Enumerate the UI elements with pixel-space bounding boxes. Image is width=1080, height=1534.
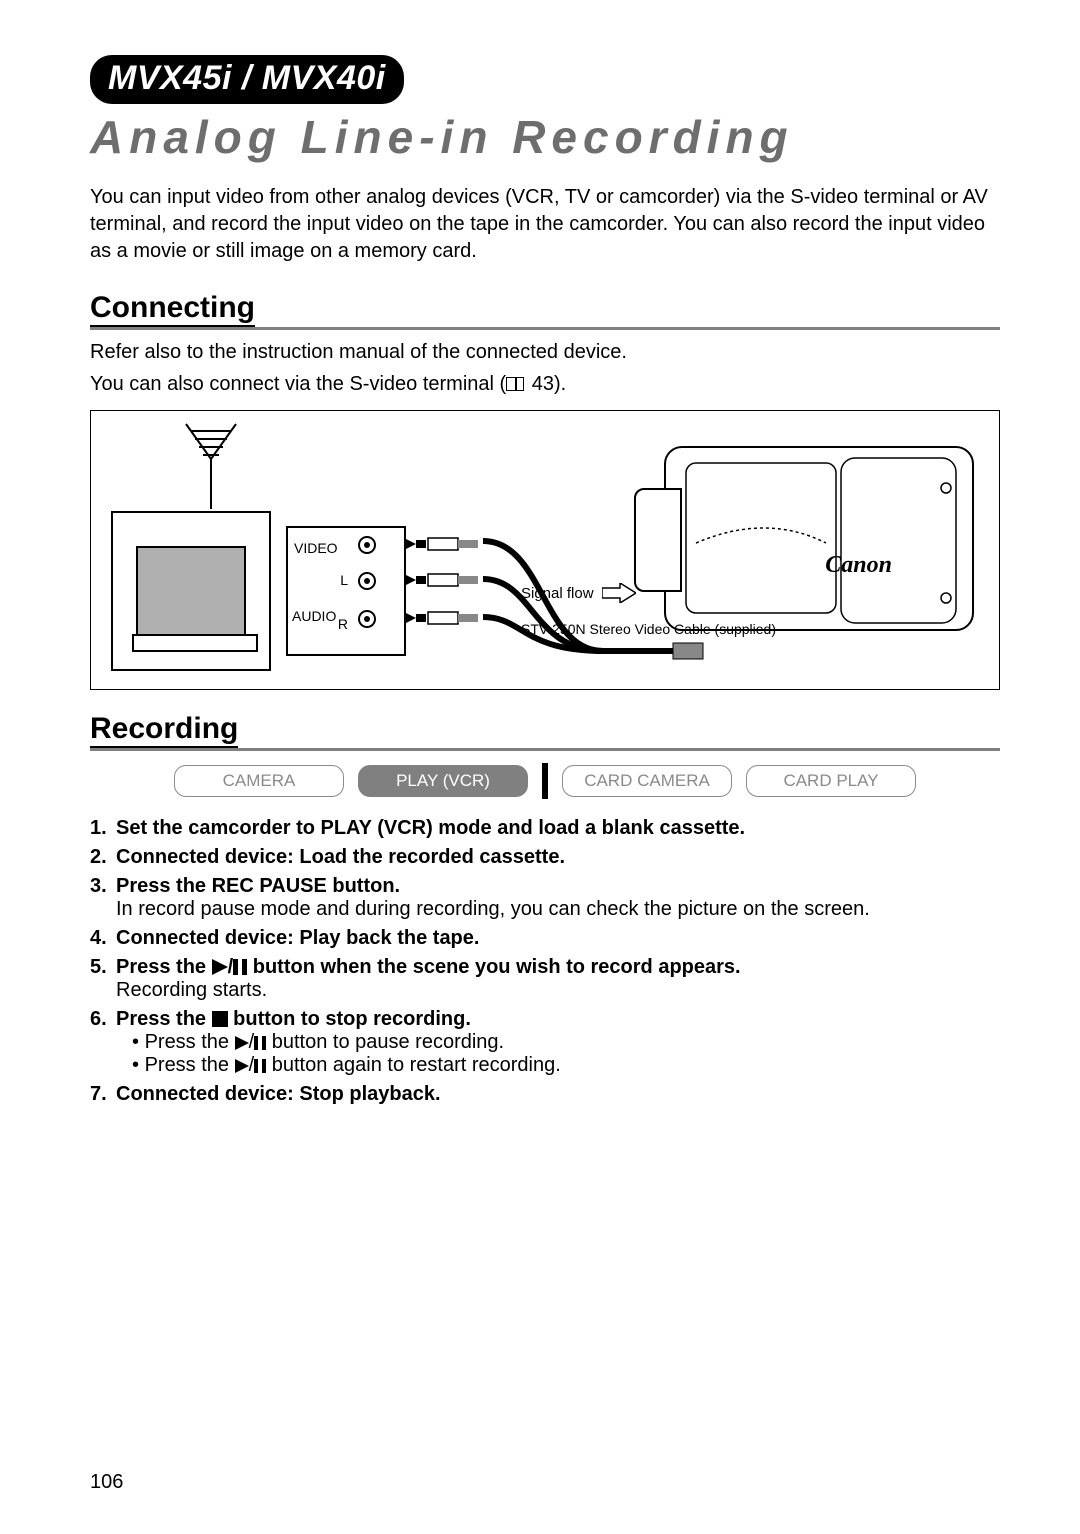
step-5: Press the / button when the scene you wi… <box>90 956 1000 1002</box>
play-icon <box>235 1036 249 1050</box>
av-terminal-box: VIDEO L AUDIO R <box>286 526 406 656</box>
model-badge: MVX45i / MVX40i <box>90 55 404 104</box>
stop-icon <box>212 1011 228 1027</box>
r-label: R <box>338 616 348 632</box>
manual-icon <box>506 377 524 391</box>
mode-separator <box>542 763 548 799</box>
antenna-icon <box>181 419 241 509</box>
step-7: Connected device: Stop playback. <box>90 1083 1000 1106</box>
section-heading-connecting: Connecting <box>90 291 1000 330</box>
brand-label: Canon <box>825 552 892 579</box>
pause-icon <box>254 1059 266 1073</box>
audio-r-jack <box>358 610 376 628</box>
l-label: L <box>340 572 348 588</box>
audio-l-jack <box>358 572 376 590</box>
cable-line <box>483 531 713 681</box>
mode-camera: CAMERA <box>174 765 344 797</box>
mode-selector: CAMERA PLAY (VCR) CARD CAMERA CARD PLAY <box>90 763 1000 799</box>
steps-list: Set the camcorder to PLAY (VCR) mode and… <box>90 817 1000 1106</box>
play-icon <box>235 1059 249 1073</box>
pause-icon <box>233 959 247 975</box>
page-title: Analog Line-in Recording <box>90 110 1000 164</box>
step-3: Press the REC PAUSE button. In record pa… <box>90 875 1000 921</box>
step-2: Connected device: Load the recorded cass… <box>90 846 1000 869</box>
step-1: Set the camcorder to PLAY (VCR) mode and… <box>90 817 1000 840</box>
mode-play-vcr: PLAY (VCR) <box>358 765 528 797</box>
cable-plugs <box>404 532 484 642</box>
mode-card-play: CARD PLAY <box>746 765 916 797</box>
section-heading-recording: Recording <box>90 712 1000 751</box>
audio-label: AUDIO <box>292 608 336 624</box>
step-4: Connected device: Play back the tape. <box>90 927 1000 950</box>
connection-diagram: VIDEO L AUDIO R Canon Signal flow STV-25… <box>90 410 1000 690</box>
step-6: Press the button to stop recording. Pres… <box>90 1008 1000 1077</box>
mode-card-camera: CARD CAMERA <box>562 765 732 797</box>
page-number: 106 <box>90 1471 123 1494</box>
video-jack <box>358 536 376 554</box>
pause-icon <box>254 1036 266 1050</box>
step-6-sub-2: Press the / button again to restart reco… <box>132 1054 1000 1077</box>
video-label: VIDEO <box>294 540 338 556</box>
connecting-note-1: Refer also to the instruction manual of … <box>90 338 1000 366</box>
step-6-sub-1: Press the / button to pause recording. <box>132 1031 1000 1054</box>
connecting-note-2: You can also connect via the S-video ter… <box>90 370 1000 398</box>
intro-text: You can input video from other analog de… <box>90 184 1000 265</box>
tv-device <box>111 511 271 671</box>
play-icon <box>212 959 228 975</box>
